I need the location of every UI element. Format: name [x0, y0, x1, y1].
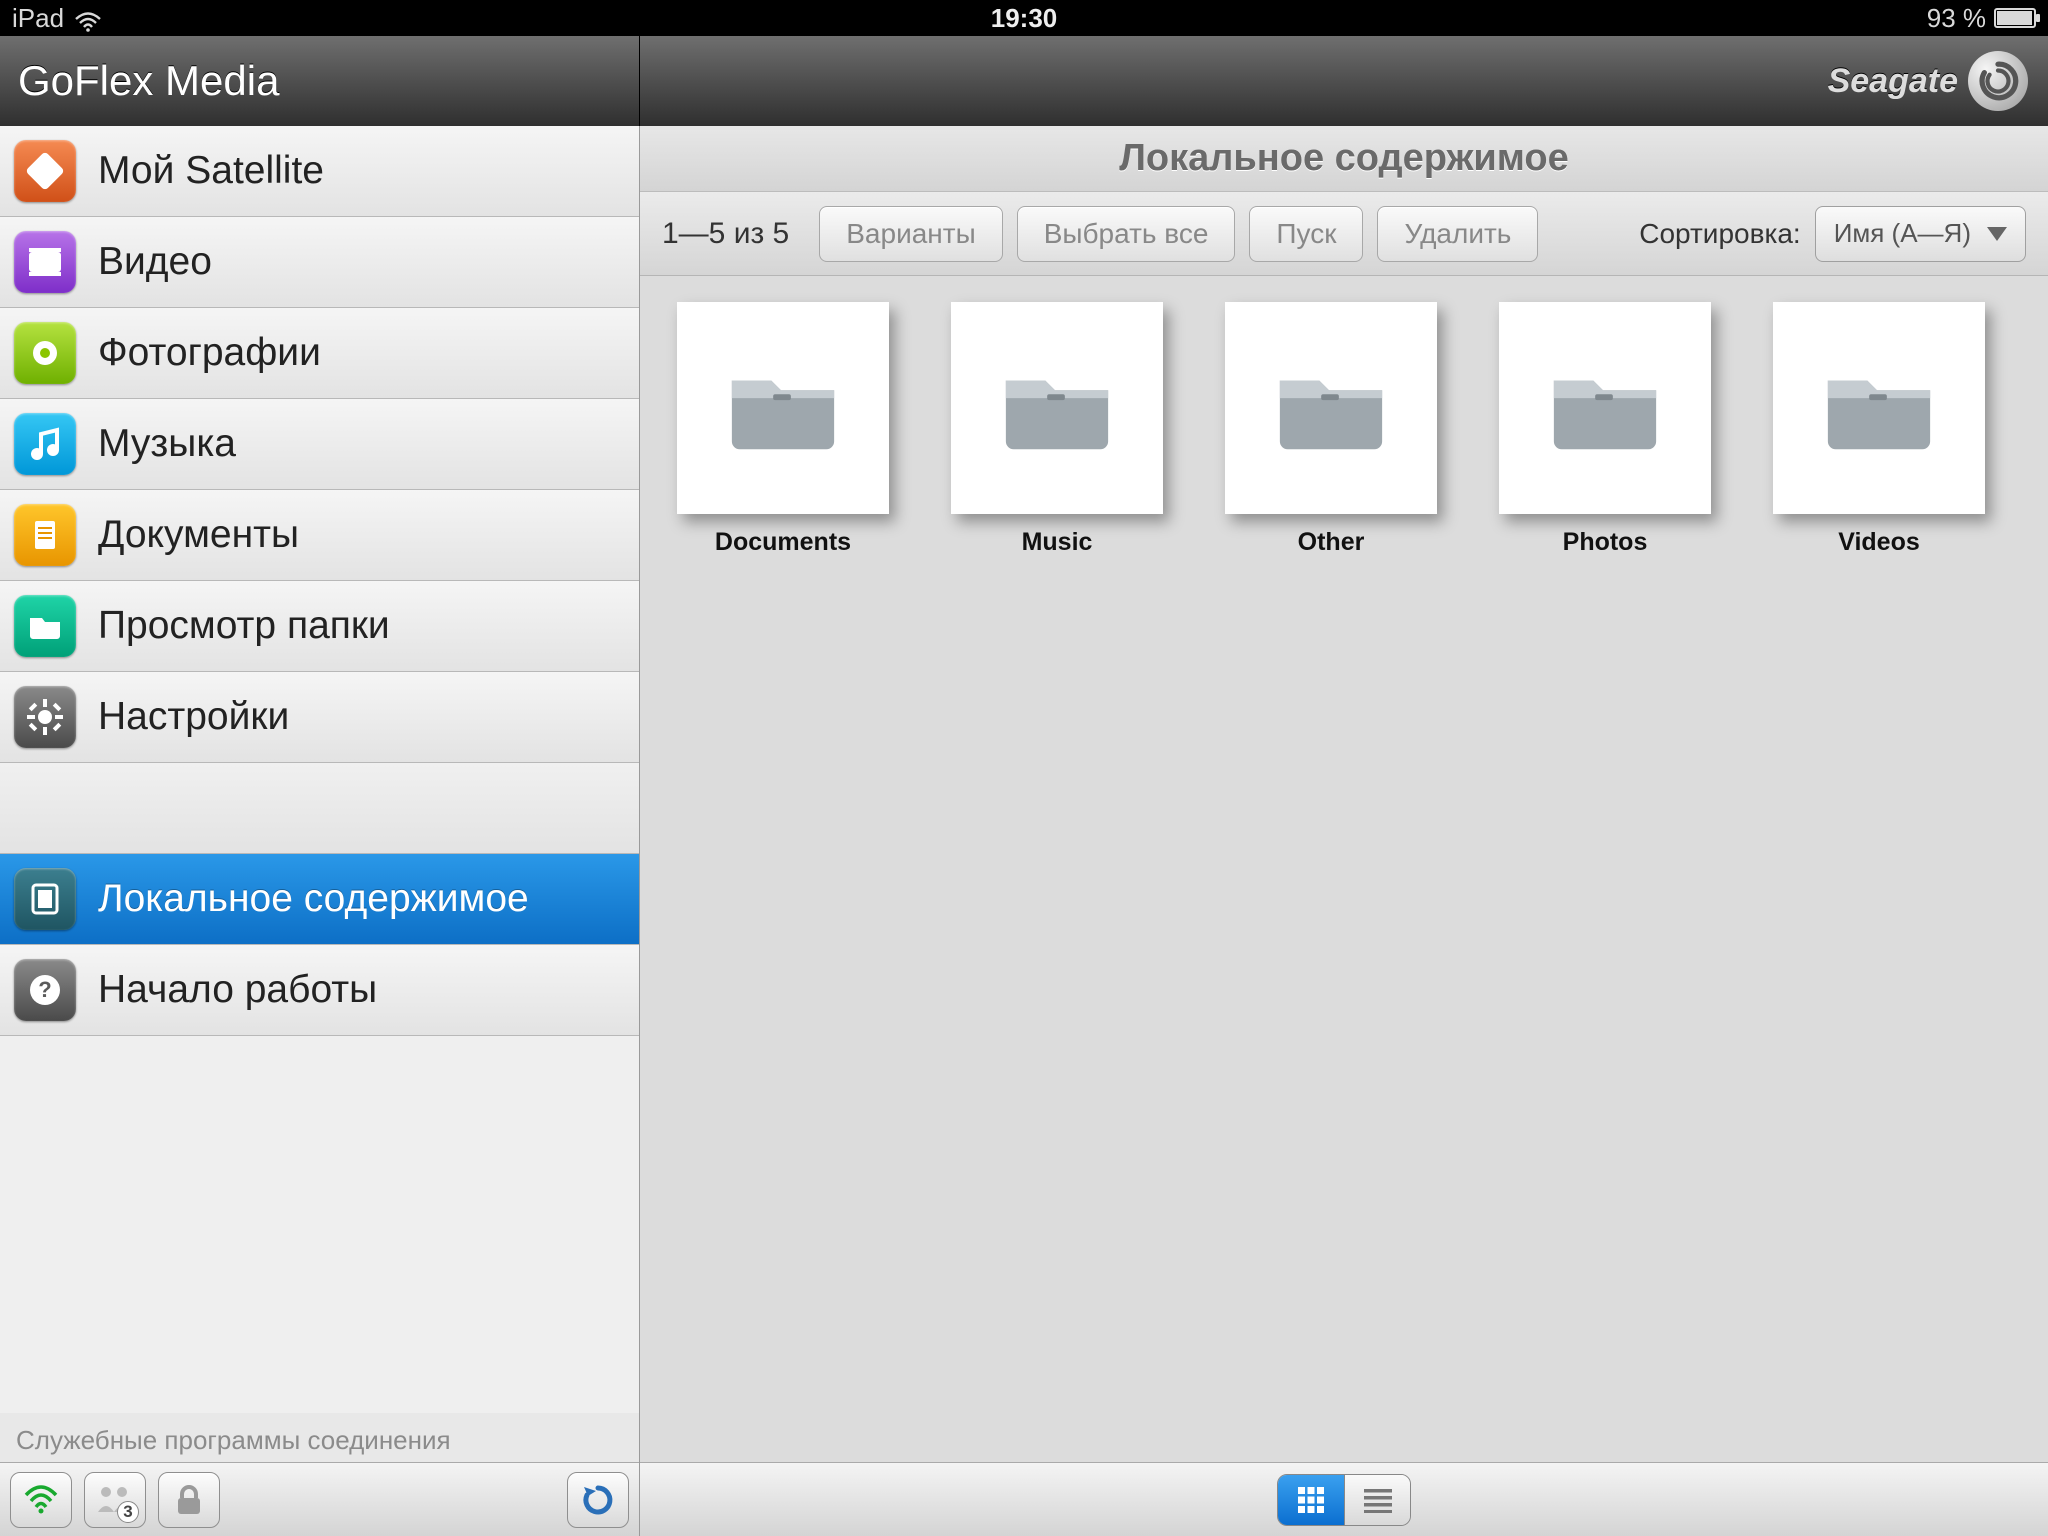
- music-icon: [14, 413, 76, 475]
- sidebar-item-video[interactable]: Видео: [0, 217, 639, 308]
- folder-icon: [14, 595, 76, 657]
- video-icon: [14, 231, 76, 293]
- sidebar: Мой Satellite Видео Фотографии Музыка Докуме…: [0, 126, 640, 1536]
- folder-item[interactable]: Other: [1216, 302, 1446, 557]
- connection-tools-label: Служебные программы соединения: [0, 1413, 639, 1462]
- folder-label: Music: [1022, 528, 1093, 557]
- folder-icon: [1773, 302, 1985, 514]
- sidebar-item-music[interactable]: Музыка: [0, 399, 639, 490]
- battery-percent: 93 %: [1927, 3, 1986, 34]
- sidebar-item-documents[interactable]: Документы: [0, 490, 639, 581]
- connections-badge: 3: [117, 1501, 139, 1523]
- photos-icon: [14, 322, 76, 384]
- main-toolbar: [640, 1462, 2048, 1536]
- folder-label: Videos: [1838, 528, 1920, 557]
- sidebar-item-settings[interactable]: Настройки: [0, 672, 639, 763]
- folder-label: Documents: [715, 528, 851, 557]
- main-area: Локальное содержимое 1—5 из 5 Варианты В…: [640, 126, 2048, 1536]
- sidebar-item-label: Локальное содержимое: [98, 877, 529, 921]
- sidebar-item-label: Видео: [98, 240, 212, 284]
- device-label: iPad: [12, 3, 64, 34]
- connections-button[interactable]: 3: [84, 1472, 146, 1528]
- lock-button[interactable]: [158, 1472, 220, 1528]
- content-title: Локальное содержимое: [640, 126, 2048, 192]
- sort-value: Имя (А—Я): [1834, 218, 1971, 249]
- brand-name: Seagate: [1828, 62, 1958, 101]
- battery-icon: [1994, 8, 2036, 28]
- status-bar: iPad 19:30 93 %: [0, 0, 2048, 36]
- sidebar-item-help[interactable]: ? Начало работы: [0, 945, 639, 1036]
- clock: 19:30: [991, 3, 1058, 34]
- satellite-icon: [14, 140, 76, 202]
- sidebar-item-label: Музыка: [98, 422, 236, 466]
- brand-logo: Seagate: [1828, 51, 2028, 111]
- folder-icon: [951, 302, 1163, 514]
- item-count: 1—5 из 5: [662, 217, 789, 251]
- local-icon: [14, 868, 76, 930]
- sidebar-item-folder[interactable]: Просмотр папки: [0, 581, 639, 672]
- folder-label: Photos: [1563, 528, 1648, 557]
- settings-icon: [14, 686, 76, 748]
- wifi-status-button[interactable]: [10, 1472, 72, 1528]
- grid-view-button[interactable]: [1278, 1475, 1344, 1525]
- folder-label: Other: [1298, 528, 1365, 557]
- list-view-button[interactable]: [1344, 1475, 1410, 1525]
- sidebar-item-label: Просмотр папки: [98, 604, 390, 648]
- delete-button[interactable]: Удалить: [1377, 206, 1538, 262]
- view-toggle: [1277, 1474, 1411, 1526]
- folder-icon: [677, 302, 889, 514]
- svg-text:?: ?: [38, 977, 51, 1002]
- sort-dropdown[interactable]: Имя (А—Я): [1815, 206, 2026, 262]
- select-all-button[interactable]: Выбрать все: [1017, 206, 1236, 262]
- sidebar-item-photos[interactable]: Фотографии: [0, 308, 639, 399]
- documents-icon: [14, 504, 76, 566]
- folder-icon: [1499, 302, 1711, 514]
- sidebar-item-label: Фотографии: [98, 331, 321, 375]
- sort-label: Сортировка:: [1639, 218, 1800, 250]
- sidebar-item-label: Начало работы: [98, 968, 377, 1012]
- app-bar: GoFlex Media Seagate: [0, 36, 2048, 126]
- app-title: GoFlex Media: [0, 36, 640, 126]
- sidebar-item-label: Настройки: [98, 695, 289, 739]
- folder-item[interactable]: Documents: [668, 302, 898, 557]
- sidebar-item-local[interactable]: Локальное содержимое: [0, 854, 639, 945]
- options-button[interactable]: Варианты: [819, 206, 1002, 262]
- folder-item[interactable]: Photos: [1490, 302, 1720, 557]
- folder-item[interactable]: Music: [942, 302, 1172, 557]
- help-icon: ?: [14, 959, 76, 1021]
- wifi-icon: [74, 8, 102, 28]
- sidebar-item-label: Мой Satellite: [98, 149, 324, 193]
- play-button[interactable]: Пуск: [1249, 206, 1363, 262]
- brand-icon: [1968, 51, 2028, 111]
- folder-icon: [1225, 302, 1437, 514]
- content-toolbar: 1—5 из 5 Варианты Выбрать все Пуск Удали…: [640, 192, 2048, 276]
- refresh-button[interactable]: [567, 1472, 629, 1528]
- sidebar-item-satellite[interactable]: Мой Satellite: [0, 126, 639, 217]
- sidebar-toolbar: 3: [0, 1462, 639, 1536]
- sidebar-item-label: Документы: [98, 513, 299, 557]
- chevron-down-icon: [1987, 227, 2007, 241]
- folder-item[interactable]: Videos: [1764, 302, 1994, 557]
